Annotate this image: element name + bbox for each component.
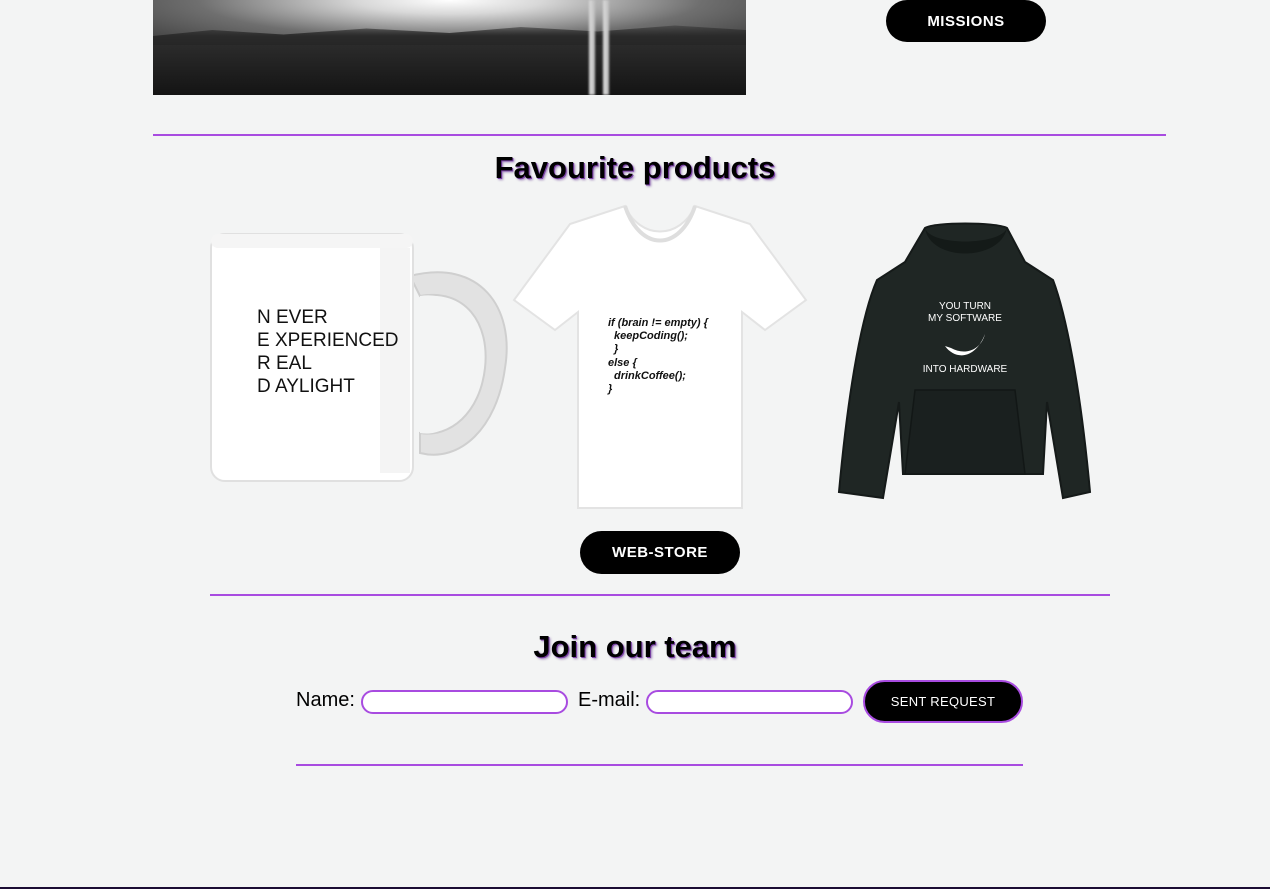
hero-ground [153, 45, 746, 95]
hero-figure-legs [585, 0, 615, 95]
section-divider [210, 594, 1110, 596]
tshirt-code-line-2: keepCoding(); [614, 330, 688, 342]
mug-text-line-4: D AYLIGHT [257, 376, 355, 397]
email-label: E-mail: [578, 689, 641, 711]
favourite-products-title: Favourite products [494, 150, 776, 185]
hoodie-text-line-2: MY SOFTWARE [928, 313, 1002, 324]
hoodie-product-image[interactable]: YOU TURN MY SOFTWARE INTO HARDWARE [835, 222, 1095, 504]
join-team-title: Join our team [533, 629, 737, 664]
send-request-button[interactable]: SENT REQUEST [863, 680, 1023, 723]
tshirt-product-image[interactable]: if (brain != empty) { keepCoding(); } el… [510, 200, 810, 512]
email-input[interactable] [646, 690, 853, 714]
tshirt-code-line-6: } [607, 383, 613, 395]
mug-text-line-1: N EVER [257, 307, 328, 328]
missions-button[interactable]: MISSIONS [886, 0, 1046, 42]
hoodie-text-line-3: INTO HARDWARE [923, 364, 1008, 375]
tshirt-code-line-5: drinkCoffee(); [614, 370, 686, 382]
tshirt-code-line-1: if (brain != empty) { [608, 317, 710, 329]
mug-text-line-3: R EAL [257, 353, 312, 374]
section-divider [296, 764, 1023, 766]
hero-image [153, 0, 746, 95]
mug-product-image[interactable]: N EVER E XPERIENCED R EAL D AYLIGHT [205, 228, 515, 486]
hoodie-text-line-1: YOU TURN [939, 301, 991, 312]
mug-text-line-2: E XPERIENCED [257, 330, 398, 351]
tshirt-code-line-3: } [613, 343, 619, 355]
name-label: Name: [296, 689, 355, 711]
section-divider [153, 134, 1166, 136]
name-input[interactable] [361, 690, 568, 714]
web-store-button[interactable]: WEB-STORE [580, 531, 740, 574]
tshirt-code-line-4: else { [608, 357, 638, 369]
